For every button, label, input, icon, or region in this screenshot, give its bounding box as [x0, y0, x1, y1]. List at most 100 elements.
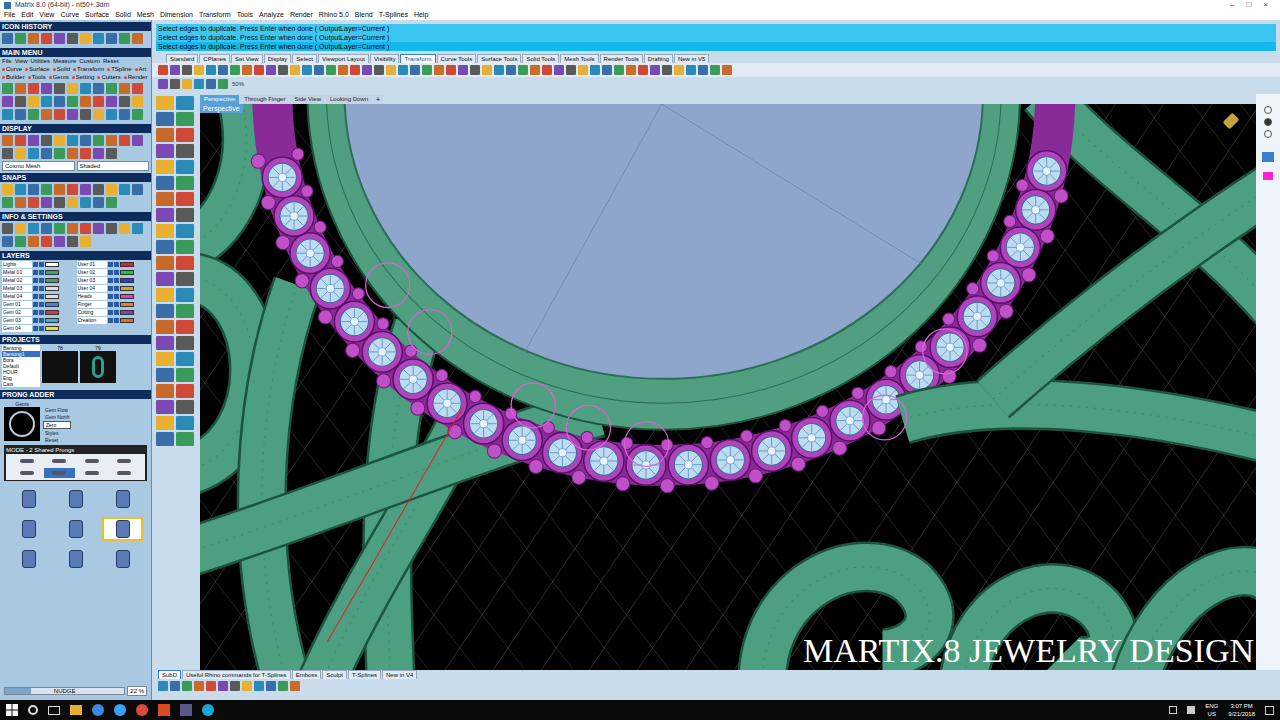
main-menu-item[interactable]: Builder [2, 73, 25, 81]
tool-icon[interactable] [2, 223, 13, 234]
tool-icon[interactable] [28, 33, 39, 44]
tool-icon[interactable] [194, 65, 204, 75]
tool-icon[interactable] [156, 96, 174, 110]
tool-icon[interactable] [15, 96, 26, 107]
menu-item[interactable]: Transform [199, 10, 231, 20]
tool-icon[interactable] [230, 681, 240, 691]
prong-tool-icon[interactable] [102, 547, 143, 571]
radio-icon[interactable] [1264, 106, 1272, 114]
project-item[interactable]: Bantong1 [2, 351, 40, 357]
main-menu-label[interactable]: Solid [57, 65, 70, 73]
layer-name[interactable]: User 02 [77, 269, 107, 276]
matrix-icon[interactable] [202, 704, 214, 716]
layer-name[interactable]: Lights [2, 261, 32, 268]
tool-icon[interactable] [2, 96, 13, 107]
tool-icon[interactable] [15, 223, 26, 234]
tool-icon[interactable] [41, 135, 52, 146]
tool-icon[interactable] [80, 83, 91, 94]
prong-option[interactable]: Reset [43, 437, 71, 443]
tool-icon[interactable] [80, 109, 91, 120]
gold-gem-icon[interactable] [1223, 113, 1240, 130]
tool-icon[interactable] [156, 432, 174, 446]
tool-icon[interactable] [106, 109, 117, 120]
zoom-level[interactable]: 50% [232, 79, 244, 89]
tool-icon[interactable] [119, 96, 130, 107]
prong-tool-icon[interactable] [8, 517, 49, 541]
viewport-tab[interactable]: Looking Down [326, 95, 372, 104]
tool-icon[interactable] [156, 224, 174, 238]
display-dropdown[interactable]: Shaded [77, 161, 150, 171]
tool-icon[interactable] [542, 65, 552, 75]
tool-icon[interactable] [176, 256, 194, 270]
layer-color[interactable] [45, 302, 59, 307]
visibility-icon[interactable] [33, 294, 38, 299]
tool-icon[interactable] [15, 148, 26, 159]
tool-icon[interactable] [156, 368, 174, 382]
project-item[interactable]: Default [2, 363, 40, 369]
tool-icon[interactable] [106, 184, 117, 195]
clock-date[interactable]: 9/21/2018 [1228, 710, 1255, 718]
prong-tool-icon[interactable] [55, 487, 96, 511]
tool-icon[interactable] [626, 65, 636, 75]
visibility-icon[interactable] [33, 262, 38, 267]
tool-icon[interactable] [119, 109, 130, 120]
tool-icon[interactable] [266, 681, 276, 691]
clock-time[interactable]: 3:07 PM [1230, 702, 1252, 710]
project-thumb[interactable]: 79 [80, 345, 116, 387]
menu-item[interactable]: Dimension [160, 10, 193, 20]
tool-icon[interactable] [132, 184, 143, 195]
lock-icon[interactable] [39, 294, 44, 299]
tool-icon[interactable] [156, 192, 174, 206]
lock-icon[interactable] [114, 270, 119, 275]
lock-icon[interactable] [39, 286, 44, 291]
tool-icon[interactable] [494, 65, 504, 75]
display-dropdown[interactable]: Cosmo Mesh [2, 161, 75, 171]
tool-icon[interactable] [132, 83, 143, 94]
main-menu-item[interactable]: Custom [79, 57, 100, 65]
tool-icon[interactable] [54, 184, 65, 195]
layer-row[interactable]: Metal 03 [2, 285, 75, 292]
tool-icon[interactable] [67, 109, 78, 120]
menu-item[interactable]: Solid [115, 10, 131, 20]
visibility-icon[interactable] [33, 286, 38, 291]
project-item[interactable]: Cats [2, 381, 40, 387]
tool-icon[interactable] [156, 208, 174, 222]
layer-name[interactable]: Metal 03 [2, 285, 32, 292]
search-icon[interactable] [28, 705, 38, 715]
main-menu-item[interactable]: Tools [28, 73, 46, 81]
tool-icon[interactable] [176, 400, 194, 414]
tool-icon[interactable] [93, 83, 104, 94]
tool-icon[interactable] [41, 96, 52, 107]
tool-icon[interactable] [15, 197, 26, 208]
layer-row[interactable]: Gem 02 [2, 309, 75, 316]
radio-icon[interactable] [1264, 118, 1272, 126]
tool-icon[interactable] [156, 320, 174, 334]
tool-icon[interactable] [686, 65, 696, 75]
layer-color[interactable] [45, 326, 59, 331]
tool-icon[interactable] [67, 135, 78, 146]
lock-icon[interactable] [114, 278, 119, 283]
tool-icon[interactable] [41, 83, 52, 94]
layer-color[interactable] [120, 318, 134, 323]
tool-icon[interactable] [41, 236, 52, 247]
toolbar-tab[interactable]: Standard [166, 54, 198, 63]
tool-icon[interactable] [119, 83, 130, 94]
tool-icon[interactable] [28, 148, 39, 159]
tool-icon[interactable] [176, 384, 194, 398]
tool-icon[interactable] [132, 33, 143, 44]
tool-icon[interactable] [156, 128, 174, 142]
app-icon[interactable] [180, 704, 192, 716]
layer-color[interactable] [120, 286, 134, 291]
tool-icon[interactable] [230, 65, 240, 75]
tool-icon[interactable] [93, 197, 104, 208]
main-menu-item[interactable]: Solid [53, 65, 70, 73]
prong-mode-icon[interactable] [44, 456, 74, 466]
tool-icon[interactable] [2, 109, 13, 120]
layer-row[interactable]: Metal 02 [2, 277, 75, 284]
tool-icon[interactable] [15, 236, 26, 247]
tool-icon[interactable] [2, 184, 13, 195]
prong-tool-icon[interactable] [8, 487, 49, 511]
viewport-tab[interactable]: Through Finger [240, 95, 289, 104]
main-menu-label[interactable]: Setting [76, 73, 95, 81]
main-menu-label[interactable]: TSpline [111, 65, 131, 73]
